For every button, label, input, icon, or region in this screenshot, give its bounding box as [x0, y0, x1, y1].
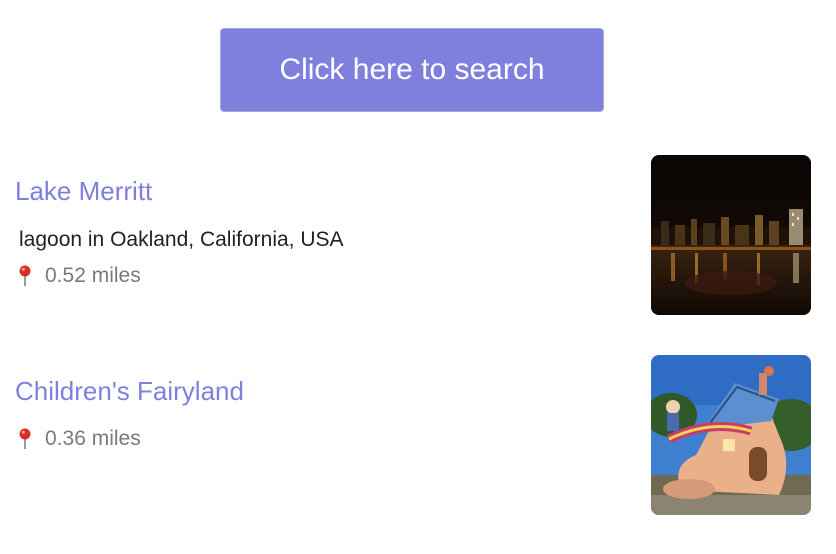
result-item-childrens-fairyland: Children's Fairyland 0.36 miles	[0, 355, 836, 515]
distance-value: 0.36 miles	[45, 427, 141, 450]
result-thumbnail-image[interactable]	[651, 355, 811, 515]
result-distance: 0.52 miles	[19, 264, 141, 288]
result-title-link[interactable]: Lake Merritt	[15, 176, 152, 207]
result-title-link[interactable]: Children's Fairyland	[15, 376, 244, 407]
map-pin-icon	[19, 428, 31, 450]
search-button[interactable]: Click here to search	[220, 28, 604, 112]
map-pin-icon	[19, 265, 31, 287]
result-description: lagoon in Oakland, California, USA	[19, 228, 344, 251]
result-distance: 0.36 miles	[19, 427, 141, 451]
result-thumbnail-image[interactable]	[651, 155, 811, 315]
result-item-lake-merritt: Lake Merritt lagoon in Oakland, Californ…	[0, 155, 836, 315]
distance-value: 0.52 miles	[45, 264, 141, 287]
